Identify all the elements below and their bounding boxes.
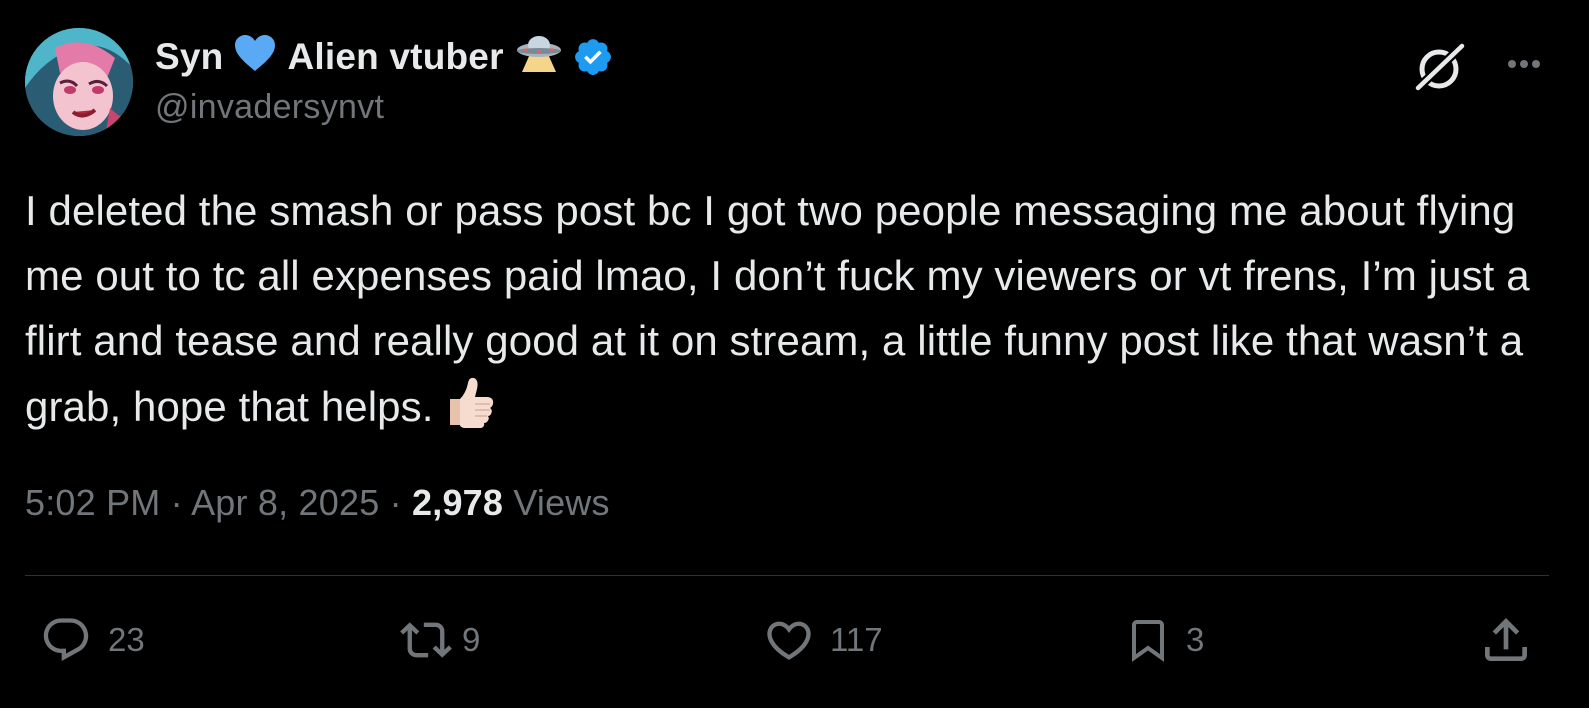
avatar[interactable] xyxy=(25,28,133,136)
blue-heart-emoji xyxy=(233,33,277,82)
views-count: 2,978 xyxy=(412,482,504,523)
thumbs-up-emoji xyxy=(444,373,496,447)
display-name-row[interactable]: Syn Alien vtuber xyxy=(155,34,614,80)
author-info: Syn Alien vtuber @invadersynvt xyxy=(155,34,614,127)
author-handle[interactable]: @invadersynvt xyxy=(155,88,614,127)
ufo-emoji xyxy=(514,32,564,83)
post-time[interactable]: 5:02 PM xyxy=(25,482,160,523)
meta-separator: · xyxy=(160,482,192,523)
heart-icon xyxy=(767,621,811,660)
like-button[interactable]: 117 xyxy=(762,612,883,668)
post-text: I deleted the smash or pass post bc I go… xyxy=(25,178,1565,447)
reply-icon xyxy=(43,618,89,662)
verified-badge-icon[interactable] xyxy=(572,36,614,78)
share-button[interactable] xyxy=(1478,612,1534,668)
post-date[interactable]: Apr 8, 2025 xyxy=(191,482,379,523)
avatar-image xyxy=(25,28,133,136)
repost-button[interactable]: 9 xyxy=(396,612,480,668)
display-name-suffix[interactable]: Alien vtuber xyxy=(287,36,503,78)
grok-icon[interactable] xyxy=(1412,40,1468,96)
reply-count: 23 xyxy=(108,621,145,658)
bookmark-icon xyxy=(1132,620,1164,662)
post-body: I deleted the smash or pass post bc I go… xyxy=(25,187,1542,431)
repost-icon xyxy=(400,622,452,658)
reply-button[interactable]: 23 xyxy=(38,612,145,668)
meta-separator-2: · xyxy=(379,482,413,523)
bookmark-button[interactable]: 3 xyxy=(1124,612,1204,668)
repost-count: 9 xyxy=(462,621,481,658)
bookmark-count: 3 xyxy=(1186,621,1205,658)
display-name[interactable]: Syn xyxy=(155,36,223,78)
views-label: Views xyxy=(513,482,610,523)
like-count: 117 xyxy=(830,621,883,658)
more-options-icon[interactable] xyxy=(1500,44,1548,84)
share-icon xyxy=(1485,618,1527,661)
post-meta: 5:02 PM · Apr 8, 2025 · 2,978 Views xyxy=(25,482,610,524)
post: Syn Alien vtuber @invadersynvt I deleted… xyxy=(0,0,1589,708)
divider xyxy=(25,575,1549,576)
